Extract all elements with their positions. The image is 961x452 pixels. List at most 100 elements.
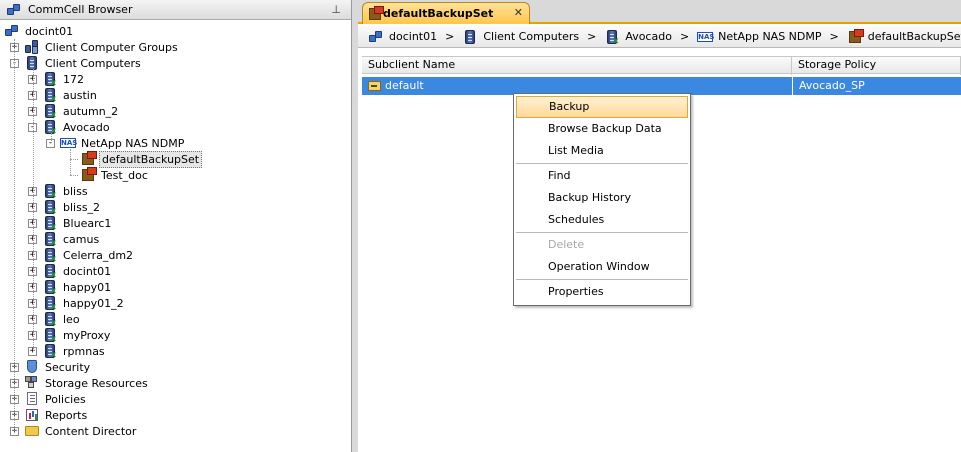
tree-item[interactable]: x Bluearc1 [42, 215, 113, 231]
tree-item[interactable]: Client Computer Groups [24, 39, 180, 55]
tree-item[interactable]: x camus [42, 231, 101, 247]
tree-item[interactable]: Test_doc [80, 167, 150, 183]
pin-icon[interactable]: ⊥ [331, 3, 341, 16]
tree-item-label: Storage Resources [45, 376, 148, 390]
close-icon[interactable]: ✕ [514, 6, 523, 19]
tree-guide-line [14, 39, 15, 431]
breadcrumb-separator[interactable]: > [587, 30, 596, 43]
tree-item-label: Reports [45, 408, 88, 422]
backupset-icon [80, 151, 97, 167]
tree-item[interactable]: x autumn_2 [42, 103, 120, 119]
tree-item-label: happy01 [63, 280, 112, 294]
tree-item[interactable]: x bliss_2 [42, 199, 102, 215]
menu-item-backup-history[interactable]: Backup History [516, 187, 688, 209]
policies-icon [24, 391, 40, 407]
tree-item-label: docint01 [25, 24, 74, 38]
tree-item[interactable]: x happy01 [42, 279, 113, 295]
tree-item[interactable]: x Celerra_dm2 [42, 247, 135, 263]
tree-item[interactable]: NAS NetApp NAS NDMP [60, 135, 186, 151]
tree-item-label: leo [63, 312, 80, 326]
tree-item[interactable]: Client Computers [24, 55, 143, 71]
tree-item-label: Client Computers [45, 56, 141, 70]
tree-item-label: docint01 [63, 264, 112, 278]
tree-item[interactable]: x bliss [42, 183, 90, 199]
storage-policy-cell: Avocado_SP [792, 77, 961, 95]
menu-item-properties[interactable]: Properties [516, 281, 688, 303]
tree-item-label: bliss_2 [63, 200, 101, 214]
tab-default-backup-set[interactable]: defaultBackupSet ✕ [362, 2, 530, 24]
client-computers-icon [462, 29, 478, 45]
tree-item-label: rpmnas [63, 344, 105, 358]
tree-connector [70, 175, 78, 176]
tree-item[interactable]: x rpmnas [42, 343, 107, 359]
tree-item[interactable]: Policies [24, 391, 88, 407]
menu-separator [516, 279, 688, 280]
tree-item[interactable]: x leo [42, 311, 82, 327]
menu-separator [516, 232, 688, 233]
tree-guide-line [51, 133, 52, 143]
tree-item-label: Security [45, 360, 91, 374]
tree-item[interactable]: x docint01 [42, 263, 113, 279]
breadcrumb: docint01 > Client Computers > x Avocado > NAS Ne… [358, 26, 961, 48]
tree-item[interactable]: x austin [42, 87, 99, 103]
client-server-icon: x [42, 87, 58, 103]
breadcrumb-item[interactable]: docint01 [368, 29, 437, 45]
menu-item-operation-window[interactable]: Operation Window [516, 256, 688, 278]
backupset-icon [847, 28, 864, 45]
column-header-storage-policy[interactable]: Storage Policy [792, 57, 961, 75]
tree-item-label: Bluearc1 [63, 216, 112, 230]
tree-item-label: NetApp NAS NDMP [81, 136, 185, 150]
tree-item[interactable]: Security [24, 359, 92, 375]
tree-item[interactable]: docint01 [4, 23, 75, 39]
client-server-icon: x [42, 183, 58, 199]
subclient-table: Subclient Name Storage Policy default Av… [362, 56, 961, 95]
client-server-icon: x [42, 199, 58, 215]
breadcrumb-item[interactable]: Client Computers [462, 29, 579, 45]
client-server-icon: x [42, 231, 58, 247]
pane-title-bar: CommCell Browser ⊥ [0, 0, 351, 20]
tree-item-label: Content Director [45, 424, 137, 438]
tree-item-label: austin [63, 88, 97, 102]
tree-item-label: Avocado [63, 120, 110, 134]
tree-item-label: myProxy [63, 328, 111, 342]
breadcrumb-item[interactable]: defaultBackupSet [847, 28, 961, 45]
menu-item-list-media[interactable]: List Media [516, 140, 688, 162]
nas-icon: NAS [697, 31, 715, 42]
breadcrumb-item[interactable]: NAS NetApp NAS NDMP [697, 29, 822, 45]
breadcrumb-separator[interactable]: > [445, 30, 454, 43]
menu-item-delete: Delete [548, 238, 585, 251]
tree-item-label: camus [63, 232, 100, 246]
tree-item-label: happy01_2 [63, 296, 124, 310]
breadcrumb-item[interactable]: x Avocado [604, 29, 672, 45]
tree-item[interactable]: x happy01_2 [42, 295, 126, 311]
tree-item[interactable]: x myProxy [42, 327, 112, 343]
reports-icon [24, 407, 40, 423]
client-group-icon [24, 39, 40, 55]
breadcrumb-separator[interactable]: > [830, 30, 839, 43]
commcell-icon [4, 23, 20, 39]
tree-item[interactable]: x 172 [42, 71, 86, 87]
menu-item-find[interactable]: Find [516, 165, 688, 187]
tree-item[interactable]: Content Director [24, 423, 138, 439]
backupset-icon [367, 6, 384, 22]
tree-connector [70, 159, 78, 160]
tree-item[interactable]: Storage Resources [24, 375, 150, 391]
context-menu: Backup Browse Backup Data List Media Find Ba… [513, 93, 691, 306]
breadcrumb-label: defaultBackupSet [867, 30, 961, 43]
tree-item[interactable]: x Avocado [42, 119, 112, 135]
commcell-browser-pane: CommCell Browser ⊥ docint01 Client Comput… [0, 0, 352, 452]
tree-item-label: Test_doc [101, 168, 148, 182]
table-header: Subclient Name Storage Policy [362, 56, 961, 75]
client-server-icon: x [42, 327, 58, 343]
client-server-icon: x [42, 295, 58, 311]
commcell-icon [6, 2, 22, 18]
menu-item-browse-backup-data[interactable]: Browse Backup Data [516, 118, 688, 140]
breadcrumb-separator[interactable]: > [680, 30, 689, 43]
breadcrumb-label: Avocado [625, 30, 672, 43]
tree-item[interactable]: Reports [24, 407, 89, 423]
menu-item-schedules[interactable]: Schedules [516, 209, 688, 231]
tree-item[interactable]: defaultBackupSet [80, 150, 203, 168]
subclient-name: default [385, 79, 424, 92]
column-header-subclient-name[interactable]: Subclient Name [362, 57, 792, 75]
menu-item-backup[interactable]: Backup [516, 96, 688, 118]
